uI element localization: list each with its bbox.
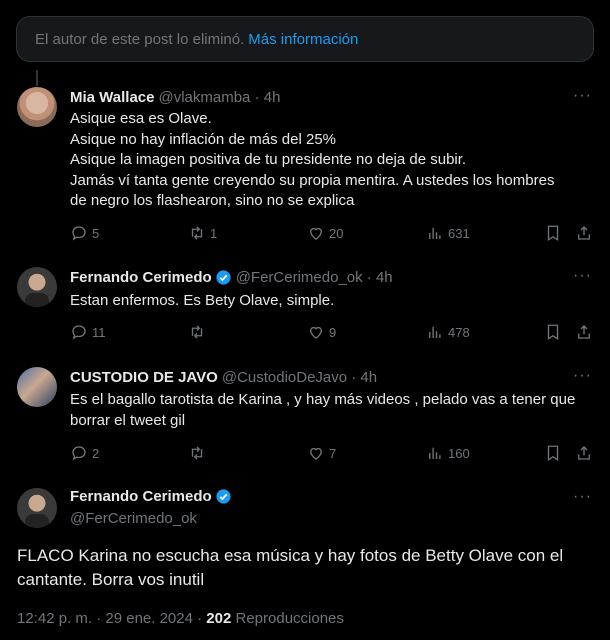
post-text: Estan enfermos. Es Bety Olave, simple. (70, 291, 600, 312)
like-button[interactable]: 9 (307, 323, 336, 341)
views-count: 202 (206, 610, 232, 627)
repost-button[interactable] (188, 323, 206, 341)
bookmark-button[interactable] (544, 444, 562, 462)
repost-icon (191, 446, 203, 460)
share-button[interactable] (575, 323, 593, 341)
bookmark-icon (547, 324, 559, 341)
more-icon[interactable]: ··· (573, 87, 592, 105)
post-text: FLACO Karina no escucha esa música y hay… (17, 544, 602, 592)
text-line: de negro los flashearon, sino no se expl… (70, 192, 355, 209)
bookmark-button[interactable] (544, 323, 562, 341)
bookmark-icon (547, 225, 559, 242)
views-button[interactable]: 631 (426, 224, 470, 242)
repost-icon (191, 325, 203, 339)
action-bar: 11 9 478 (70, 323, 595, 343)
bookmark-button[interactable] (544, 224, 562, 242)
like-icon (310, 447, 322, 460)
text-line: Asique no hay inflación de más del 25% (70, 130, 337, 148)
more-icon[interactable]: ··· (573, 488, 592, 506)
text-line: Jamás ví tanta gente creyendo su propia … (70, 171, 555, 189)
deleted-post-text: El autor de este post lo eliminó. (35, 30, 245, 48)
text-line: borrar el tweet gil (70, 411, 186, 429)
reply-count: 5 (92, 225, 100, 241)
reply-count: 11 (92, 324, 106, 340)
author-name[interactable]: Mia Wallace (70, 89, 154, 106)
views-label: Reproducciones (235, 610, 344, 627)
thread-line (36, 70, 38, 86)
verified-icon (216, 489, 231, 504)
views-icon (429, 227, 441, 239)
action-bar: 5 1 20 631 (70, 224, 595, 244)
repost-icon (191, 226, 203, 240)
share-icon (578, 325, 590, 339)
views-icon (429, 326, 441, 338)
like-button[interactable]: 7 (307, 444, 336, 462)
avatar[interactable] (17, 367, 57, 407)
reply-button[interactable]: 5 (70, 224, 99, 242)
reply-count: 2 (92, 445, 100, 461)
avatar[interactable] (17, 267, 57, 307)
text-line: Estan enfermos. Es Bety Olave, simple. (70, 292, 335, 309)
share-button[interactable] (575, 224, 593, 242)
text-line: Asique la imagen positiva de tu presiden… (70, 151, 467, 168)
views-button[interactable]: 160 (426, 444, 470, 462)
author-handle[interactable]: @FerCerimedo_ok (70, 510, 197, 527)
author-handle[interactable]: @CustodioDeJavo · 4h (222, 369, 377, 386)
like-count: 9 (329, 324, 337, 340)
repost-button[interactable] (188, 444, 206, 462)
repost-button[interactable]: 1 (188, 224, 217, 242)
views-count: 631 (448, 225, 470, 241)
like-icon (310, 326, 322, 339)
text-line: Es el bagallo tarotista de Karina , y ha… (70, 391, 576, 408)
like-icon (310, 227, 322, 240)
repost-count: 1 (210, 225, 218, 241)
more-info-link[interactable]: Más información (248, 31, 358, 48)
views-icon (429, 447, 441, 459)
views-button[interactable]: 478 (426, 323, 470, 341)
reply-icon (72, 446, 86, 461)
author-name[interactable]: Fernando Cerimedo (70, 488, 212, 505)
reply-button[interactable]: 2 (70, 444, 99, 462)
like-count: 20 (329, 225, 344, 241)
author-name[interactable]: CUSTODIO DE JAVO (70, 369, 218, 386)
post-timestamp[interactable]: 12:42 p. m. · 29 ene. 2024 · (17, 610, 202, 627)
share-icon (578, 226, 590, 240)
deleted-post-banner: El autor de este post lo eliminó. Más in… (16, 16, 594, 62)
like-button[interactable]: 20 (307, 224, 343, 242)
post-text: Es el bagallo tarotista de Karina , y ha… (70, 390, 600, 431)
bookmark-icon (547, 445, 559, 462)
reply-icon (72, 226, 86, 241)
more-icon[interactable]: ··· (573, 367, 592, 385)
text-line: Asique esa es Olave. (70, 110, 212, 127)
like-count: 7 (329, 445, 337, 461)
avatar[interactable] (17, 87, 57, 127)
text-line: FLACO Karina no escucha esa música y hay… (17, 546, 564, 565)
text-line: cantante. Borra vos inutil (17, 570, 205, 589)
more-icon[interactable]: ··· (573, 267, 592, 285)
avatar[interactable] (17, 488, 57, 528)
verified-icon (216, 270, 231, 285)
views-count: 160 (448, 445, 470, 461)
author-handle[interactable]: @FerCerimedo_ok · 4h (236, 269, 393, 286)
reply-button[interactable]: 11 (70, 323, 106, 341)
author-name[interactable]: Fernando Cerimedo (70, 269, 212, 286)
share-icon (578, 446, 590, 460)
share-button[interactable] (575, 444, 593, 462)
views-count: 478 (448, 324, 470, 340)
reply-icon (72, 325, 86, 340)
post-meta: 12:42 p. m. · 29 ene. 2024 · 202 Reprodu… (17, 610, 344, 627)
action-bar: 2 7 160 (70, 444, 595, 464)
author-handle[interactable]: @vlakmamba · 4h (158, 89, 280, 106)
post-text: Asique esa es Olave. Asique no hay infla… (70, 109, 600, 212)
